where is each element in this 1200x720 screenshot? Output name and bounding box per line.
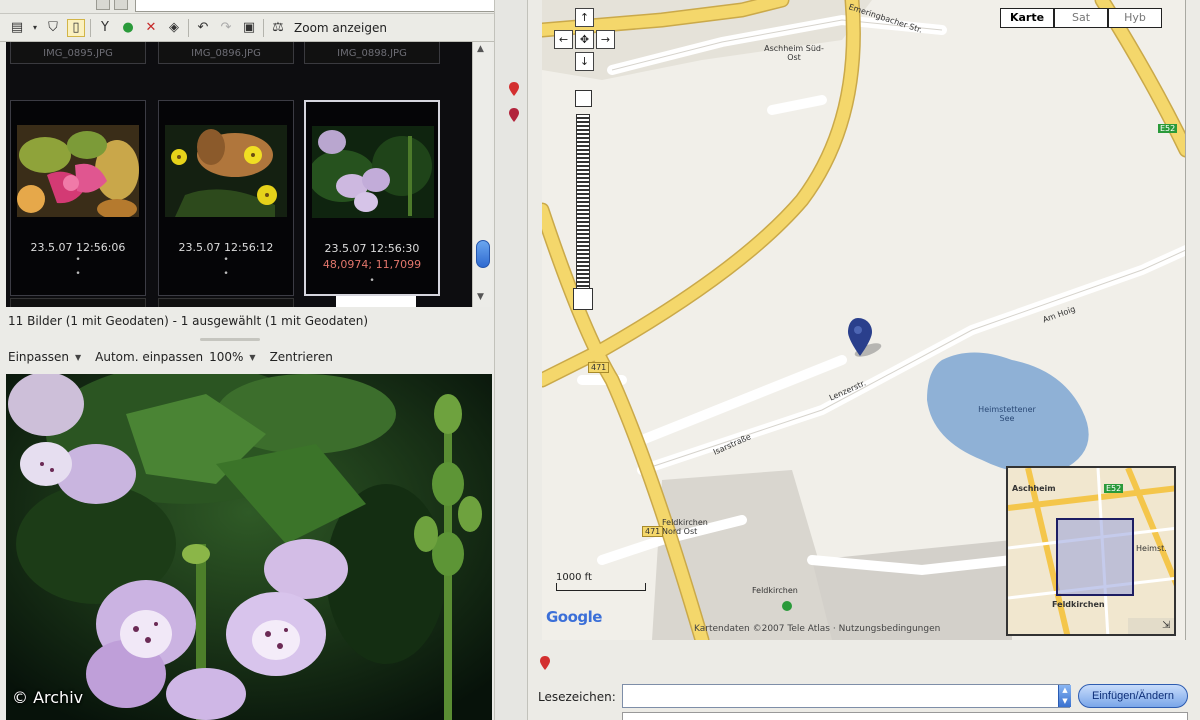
- center-button[interactable]: Zentrieren: [270, 350, 333, 364]
- thumbnail-coordinates: 48,0974; 11,7099: [322, 258, 422, 271]
- undo-icon[interactable]: ↶: [194, 19, 212, 37]
- insert-change-button[interactable]: Einfügen/Ändern: [1078, 684, 1188, 708]
- map-navigation: ↑ ← ✥ → ↓: [542, 6, 622, 316]
- chevron-down-icon[interactable]: ▼: [249, 353, 255, 362]
- route-shield: E52: [1158, 124, 1178, 133]
- thumbnail-drop-marker: [336, 296, 416, 307]
- zoom-slider[interactable]: [576, 114, 590, 290]
- resize-corner-icon[interactable]: ⇲: [1162, 620, 1170, 631]
- thumbnail-image: [312, 126, 434, 218]
- toolbar-separator: [263, 18, 264, 37]
- tool-strip: [494, 0, 528, 720]
- rating-dot: •: [223, 255, 229, 265]
- map-scale: 1000 ft: [556, 572, 646, 591]
- auto-fit-button[interactable]: Autom. einpassen: [95, 350, 203, 364]
- geotag-icon[interactable]: ●: [119, 19, 137, 37]
- bookmark-input[interactable]: [622, 684, 1070, 708]
- remove-marker-icon[interactable]: [509, 108, 519, 122]
- thumbnail[interactable]: 23.5.07 12:56:12 • •: [158, 100, 294, 296]
- map-label: Aschheim Süd-Ost: [764, 44, 824, 62]
- secondary-field[interactable]: [622, 712, 1188, 720]
- google-logo: Google: [546, 608, 602, 626]
- map-type-karte-button[interactable]: Karte: [1000, 8, 1054, 28]
- thumbnail-bottom[interactable]: [10, 298, 146, 307]
- route-shield: 471: [642, 526, 664, 537]
- map-type-selector: Karte Sat Hyb: [1000, 8, 1162, 28]
- view-mode-icon[interactable]: ▤: [8, 19, 26, 37]
- pan-right-icon[interactable]: →: [596, 30, 615, 49]
- map-label: Heimstettener See: [978, 405, 1036, 423]
- chevron-down-icon[interactable]: ▾: [31, 19, 39, 37]
- map-type-sat-button[interactable]: Sat: [1054, 8, 1108, 28]
- map-copyright: Kartendaten ©2007 Tele Atlas · Nutzungsb…: [694, 624, 941, 634]
- pan-left-icon[interactable]: ←: [554, 30, 573, 49]
- left-pane: ▤ ▾ ⛉ ▯ Y ● ✕ ◈ ↶ ↷ ▣ ⚖ Zoom anzeigen IM…: [0, 0, 494, 720]
- thumbnail-top[interactable]: IMG_0896.JPG: [158, 42, 294, 64]
- rating-dot: •: [75, 255, 81, 265]
- bookmark-dropdown-icon[interactable]: ▲ ▼: [1058, 685, 1071, 707]
- zoom-percent[interactable]: 100%: [209, 350, 243, 364]
- save-icon[interactable]: ▣: [240, 19, 258, 37]
- rating-dot: •: [223, 269, 229, 279]
- toolbar-separator: [90, 18, 91, 37]
- map-view[interactable]: Emeringbacher Str. Aschheim Süd-Ost Heim…: [542, 0, 1186, 640]
- thumbnail-image: [17, 125, 139, 217]
- tag-icon[interactable]: Y: [96, 19, 114, 37]
- thumbnail-image: [165, 125, 287, 217]
- right-pane: Emeringbacher Str. Aschheim Süd-Ost Heim…: [528, 0, 1200, 720]
- set-marker-icon[interactable]: [509, 82, 519, 96]
- bookmark-label: Lesezeichen:: [538, 690, 616, 704]
- path-field[interactable]: [135, 0, 494, 12]
- scroll-down-icon[interactable]: ▼: [477, 292, 484, 302]
- thumbnail[interactable]: 23.5.07 12:56:06 • •: [10, 100, 146, 296]
- scroll-thumb[interactable]: [476, 240, 490, 268]
- thumbnail-date: 23.5.07 12:56:30: [324, 242, 420, 255]
- zoom-label[interactable]: Zoom anzeigen: [294, 21, 387, 35]
- rotate-icon[interactable]: ◈: [165, 19, 183, 37]
- map-label: Feldkirchen: [752, 586, 798, 595]
- chevron-down-icon[interactable]: ▼: [75, 353, 81, 362]
- route-shield: 471: [588, 362, 610, 373]
- pane-splitter[interactable]: [200, 338, 260, 341]
- thumbnail-top[interactable]: IMG_0898.JPG: [304, 42, 440, 64]
- scale-bar: [556, 583, 646, 591]
- redo-icon[interactable]: ↷: [217, 19, 235, 37]
- pan-up-icon[interactable]: ↑: [575, 8, 594, 27]
- rating-dot: •: [369, 276, 375, 286]
- thumbnail-date: 23.5.07 12:56:12: [178, 241, 274, 254]
- back-button[interactable]: [96, 0, 110, 10]
- thumbnail-grid: IMG_0895.JPG IMG_0896.JPG IMG_0898.JPG 2…: [6, 42, 472, 307]
- thumbnail-scrollbar[interactable]: ▲ ▼: [472, 42, 492, 307]
- geotagging-app: ▤ ▾ ⛉ ▯ Y ● ✕ ◈ ↶ ↷ ▣ ⚖ Zoom anzeigen IM…: [0, 0, 1200, 720]
- fit-button[interactable]: Einpassen: [8, 350, 69, 364]
- rating-dot: •: [75, 269, 81, 279]
- map-label: Feldkirchen Nord Ost: [662, 518, 708, 536]
- thumbnail-bottom[interactable]: [158, 298, 294, 307]
- zoom-slider-handle[interactable]: [573, 288, 593, 310]
- delete-icon[interactable]: ✕: [142, 19, 160, 37]
- location-pin-icon[interactable]: [848, 318, 883, 359]
- thumbnail-date: 23.5.07 12:56:06: [30, 241, 126, 254]
- selection-status: 11 Bilder (1 mit Geodaten) - 1 ausgewähl…: [8, 314, 369, 328]
- pan-down-icon[interactable]: ↓: [575, 52, 594, 71]
- select-icon[interactable]: ▯: [67, 18, 85, 37]
- pan-center-icon[interactable]: ✥: [575, 30, 594, 49]
- zoom-in-button[interactable]: [575, 90, 592, 107]
- photo-preview[interactable]: [6, 374, 492, 720]
- forward-button[interactable]: [114, 0, 128, 10]
- toolbar-separator: [188, 18, 189, 37]
- overview-map[interactable]: Aschheim E52 Heimst. Feldkirchen ⇲: [1006, 466, 1176, 636]
- address-bar: [0, 0, 494, 14]
- map-type-hyb-button[interactable]: Hyb: [1108, 8, 1162, 28]
- photo-credit: © Archiv: [12, 688, 84, 707]
- viewer-toolbar: Einpassen ▼ Autom. einpassen 100% ▼ Zent…: [8, 350, 333, 364]
- filter-icon[interactable]: ⛉: [44, 19, 62, 37]
- thumbnail-top[interactable]: IMG_0895.JPG: [10, 42, 146, 64]
- overview-viewport[interactable]: [1056, 518, 1134, 596]
- balance-icon[interactable]: ⚖: [269, 19, 287, 37]
- scroll-up-icon[interactable]: ▲: [477, 44, 484, 54]
- thumbnail-toolbar: ▤ ▾ ⛉ ▯ Y ● ✕ ◈ ↶ ↷ ▣ ⚖ Zoom anzeigen: [0, 14, 494, 42]
- thumbnail-selected[interactable]: 23.5.07 12:56:30 48,0974; 11,7099 •: [304, 100, 440, 296]
- marker-icon: [540, 656, 550, 670]
